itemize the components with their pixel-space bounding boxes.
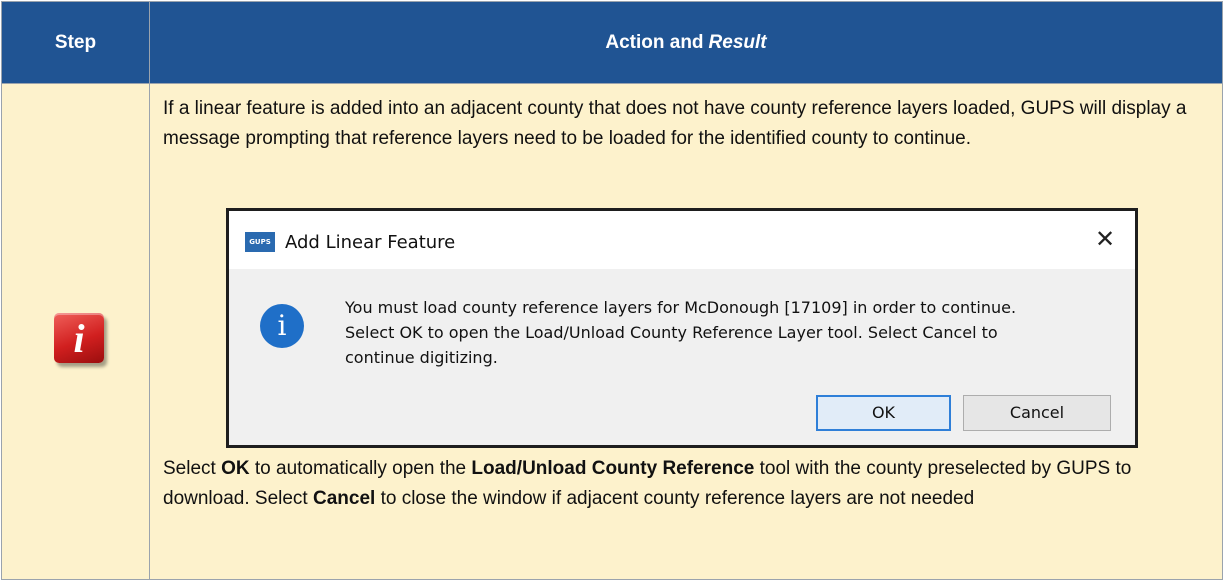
dialog-message: You must load county reference layers fo…: [345, 298, 1017, 367]
dialog-content: i You must load county reference layers …: [229, 269, 1135, 445]
instruction-text-4: to close the window if adjacent county r…: [375, 488, 975, 509]
instruction-text-2: to automatically open the: [249, 458, 472, 479]
header-step: Step: [2, 2, 150, 83]
instruction-text-1: Select: [163, 458, 222, 479]
close-icon[interactable]: ✕: [1091, 225, 1119, 253]
instruction-tool-bold: Load/Unload County Reference: [471, 458, 755, 479]
instruction-paragraph: Select OK to automatically open the Load…: [163, 454, 1213, 514]
ok-button[interactable]: OK: [816, 395, 951, 431]
instruction-cancel-bold: Cancel: [313, 488, 376, 509]
dialog-screenshot: GUPS Add Linear Feature ✕ i You must loa…: [226, 208, 1138, 448]
header-result-label: Result: [708, 31, 767, 53]
table-row: i If a linear feature is added into an a…: [2, 83, 1222, 579]
cancel-button[interactable]: Cancel: [963, 395, 1111, 431]
dialog-title: Add Linear Feature: [285, 232, 456, 253]
header-action-label: Action and: [605, 31, 704, 53]
instruction-table: Step Action and Result i If a linear fea…: [1, 1, 1223, 580]
instruction-ok-bold: OK: [221, 458, 250, 479]
intro-paragraph: If a linear feature is added into an adj…: [163, 98, 1187, 149]
header-action-result: Action and Result: [150, 2, 1222, 83]
add-linear-feature-dialog: GUPS Add Linear Feature ✕ i You must loa…: [229, 211, 1135, 445]
action-cell: If a linear feature is added into an adj…: [150, 84, 1222, 579]
dialog-titlebar: GUPS Add Linear Feature ✕: [229, 211, 1135, 269]
info-circle-icon: i: [260, 304, 304, 348]
table-header-row: Step Action and Result: [2, 2, 1222, 83]
gups-logo-icon: GUPS: [245, 232, 275, 252]
info-icon: i: [54, 313, 104, 363]
header-step-label: Step: [54, 31, 97, 53]
step-cell: i: [2, 84, 150, 579]
